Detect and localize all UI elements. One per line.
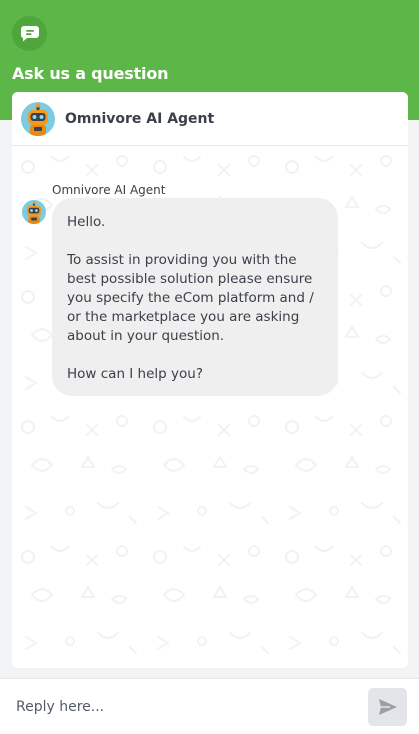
page-title: Ask us a question: [12, 64, 169, 83]
robot-avatar-icon: [21, 101, 55, 136]
robot-avatar-icon: [22, 200, 46, 224]
message-bubble: Hello. To assist in providing you with t…: [52, 198, 338, 396]
send-icon: [378, 699, 397, 715]
agent-bar: Omnivore AI Agent: [12, 92, 408, 146]
chat-panel: Omnivore AI Agent Omnivore AI Agent Hell…: [12, 92, 408, 668]
send-button[interactable]: [368, 688, 407, 726]
reply-input[interactable]: [6, 687, 356, 727]
composer: [0, 678, 419, 734]
message-sender: Omnivore AI Agent: [52, 183, 166, 197]
message-list: Omnivore AI Agent Hello. To assist in pr…: [12, 147, 408, 668]
agent-name: Omnivore AI Agent: [65, 110, 215, 127]
chat-bubble-icon: [12, 16, 47, 51]
